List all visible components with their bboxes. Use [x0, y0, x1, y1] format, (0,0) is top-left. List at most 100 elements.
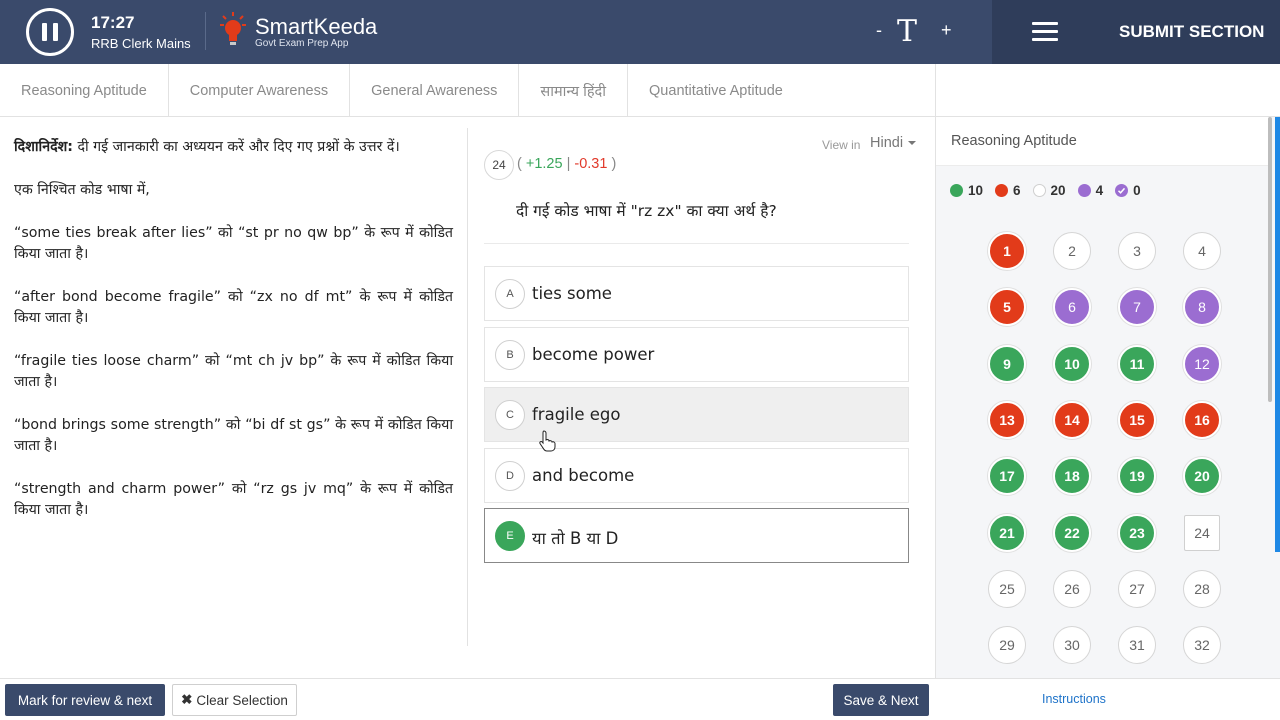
tab-general-hindi[interactable]: सामान्य हिंदी: [519, 64, 629, 117]
clear-selection-button[interactable]: ✖ Clear Selection: [172, 684, 297, 716]
palette-title-bar: Reasoning Aptitude: [936, 117, 1271, 166]
passage-paragraph: “bond brings some strength” को “bi df st…: [14, 417, 453, 454]
palette-question-26[interactable]: 26: [1053, 570, 1091, 608]
palette-scrollbar[interactable]: [1275, 117, 1280, 552]
tab-general-awareness[interactable]: General Awareness: [350, 64, 520, 117]
caret-down-icon: [908, 141, 917, 146]
mark-review-next-button[interactable]: Mark for review & next: [5, 684, 165, 716]
palette-question-13[interactable]: 13: [988, 401, 1026, 439]
palette-question-12[interactable]: 12: [1183, 345, 1221, 383]
palette-question-6[interactable]: 6: [1053, 288, 1091, 326]
palette-question-1[interactable]: 1: [988, 232, 1026, 270]
palette-question-22[interactable]: 22: [1053, 514, 1091, 552]
option-text: fragile ego: [532, 405, 621, 424]
option-text: become power: [532, 345, 655, 364]
palette-question-31[interactable]: 31: [1118, 626, 1156, 664]
option-letter: E: [495, 521, 525, 551]
not-visited-dot-icon: [1032, 184, 1046, 197]
palette-question-15[interactable]: 15: [1118, 401, 1156, 439]
submit-section-button[interactable]: SUBMIT SECTION: [1119, 22, 1264, 42]
font-decrease-button[interactable]: -: [876, 20, 882, 41]
answered-dot-icon: [950, 184, 963, 197]
question-number: 24: [484, 150, 514, 180]
answered-review-dot-icon: [1115, 184, 1129, 197]
panel-divider: [467, 128, 468, 646]
option-text: या तो B या D: [532, 529, 619, 548]
palette-question-27[interactable]: 27: [1118, 570, 1156, 608]
palette-question-23[interactable]: 23: [1118, 514, 1156, 552]
palette-question-10[interactable]: 10: [1053, 345, 1091, 383]
palette-question-8[interactable]: 8: [1183, 288, 1221, 326]
positive-marks: +1.25: [525, 156, 563, 172]
hand-cursor-icon: [539, 430, 556, 452]
palette-question-11[interactable]: 11: [1118, 345, 1156, 383]
palette-question-29[interactable]: 29: [988, 626, 1026, 664]
palette-question-16[interactable]: 16: [1183, 401, 1221, 439]
view-in-label: View in: [822, 138, 861, 152]
palette-question-9[interactable]: 9: [988, 345, 1026, 383]
menu-icon[interactable]: [1032, 22, 1058, 42]
option-text: ties some: [532, 284, 612, 303]
legend-not-visited: 20: [1032, 183, 1066, 198]
tab-quantitative-aptitude[interactable]: Quantitative Aptitude: [628, 64, 804, 117]
palette-question-20[interactable]: 20: [1183, 457, 1221, 495]
tab-computer-awareness[interactable]: Computer Awareness: [169, 64, 351, 117]
palette-question-5[interactable]: 5: [988, 288, 1026, 326]
pause-icon-bar: [53, 23, 58, 41]
palette-scroll-thumb[interactable]: [1268, 117, 1272, 402]
palette-question-7[interactable]: 7: [1118, 288, 1156, 326]
option-letter: D: [495, 461, 525, 491]
palette-question-24[interactable]: 24: [1184, 515, 1220, 551]
clear-selection-label: Clear Selection: [196, 692, 288, 708]
legend-answered-review: 0: [1115, 183, 1141, 198]
option-text: and become: [532, 466, 635, 485]
palette-question-25[interactable]: 25: [988, 570, 1026, 608]
option-b[interactable]: B become power: [484, 327, 909, 382]
palette-question-2[interactable]: 2: [1053, 232, 1091, 270]
status-legend: 10 6 20 4 0: [950, 183, 1153, 198]
font-size-icon: T: [897, 14, 918, 49]
passage-paragraph: “fragile ties loose charm” को “mt ch jv …: [14, 353, 453, 390]
option-d[interactable]: D and become: [484, 448, 909, 503]
passage-direction: दिशानिर्देश: दी गई जानकारी का अध्ययन करे…: [14, 137, 453, 158]
question-separator: [484, 243, 909, 244]
palette-question-28[interactable]: 28: [1183, 570, 1221, 608]
font-increase-button[interactable]: +: [941, 20, 952, 41]
palette-question-19[interactable]: 19: [1118, 457, 1156, 495]
palette-question-3[interactable]: 3: [1118, 232, 1156, 270]
palette-question-17[interactable]: 17: [988, 457, 1026, 495]
legend-not-answered: 6: [995, 183, 1021, 198]
legend-marked-review: 4: [1077, 183, 1103, 198]
tabs-right-blank: [935, 64, 1280, 117]
palette-question-4[interactable]: 4: [1183, 232, 1221, 270]
save-next-button[interactable]: Save & Next: [833, 684, 929, 716]
review-dot-icon: [1077, 184, 1091, 197]
tab-reasoning-aptitude[interactable]: Reasoning Aptitude: [0, 64, 169, 117]
logo-name: SmartKeeda: [255, 14, 378, 39]
pause-button[interactable]: [26, 8, 74, 56]
palette-question-21[interactable]: 21: [988, 514, 1026, 552]
exam-name: RRB Clerk Mains: [91, 36, 191, 51]
language-select[interactable]: Hindi: [870, 135, 917, 151]
negative-marks: -0.31: [574, 156, 608, 172]
question-palette: Reasoning Aptitude 10 6 20 4 0 123456789…: [935, 117, 1280, 678]
option-a[interactable]: A ties some: [484, 266, 909, 321]
palette-question-32[interactable]: 32: [1183, 626, 1221, 664]
direction-text: दी गई जानकारी का अध्ययन करें और दिए गए प…: [72, 139, 400, 155]
option-e[interactable]: E या तो B या D: [484, 508, 909, 563]
palette-question-14[interactable]: 14: [1053, 401, 1091, 439]
legend-answered: 10: [950, 183, 983, 198]
palette-question-18[interactable]: 18: [1053, 457, 1091, 495]
option-letter: C: [495, 400, 525, 430]
question-marks: ( +1.25 | -0.31 ): [517, 156, 617, 172]
passage-paragraph: एक निश्चित कोड भाषा में,: [14, 182, 150, 198]
logo-tagline: Govt Exam Prep App: [255, 38, 349, 49]
header-right-panel: SUBMIT SECTION: [992, 0, 1280, 64]
close-icon: ✖: [181, 692, 193, 707]
palette-question-30[interactable]: 30: [1053, 626, 1091, 664]
instructions-link[interactable]: Instructions: [1042, 692, 1106, 706]
passage-paragraph: “after bond become fragile” को “zx no df…: [14, 289, 453, 326]
section-tabs: Reasoning Aptitude Computer Awareness Ge…: [0, 64, 935, 117]
passage-panel: दिशानिर्देश: दी गई जानकारी का अध्ययन करे…: [14, 137, 453, 543]
option-letter: B: [495, 340, 525, 370]
